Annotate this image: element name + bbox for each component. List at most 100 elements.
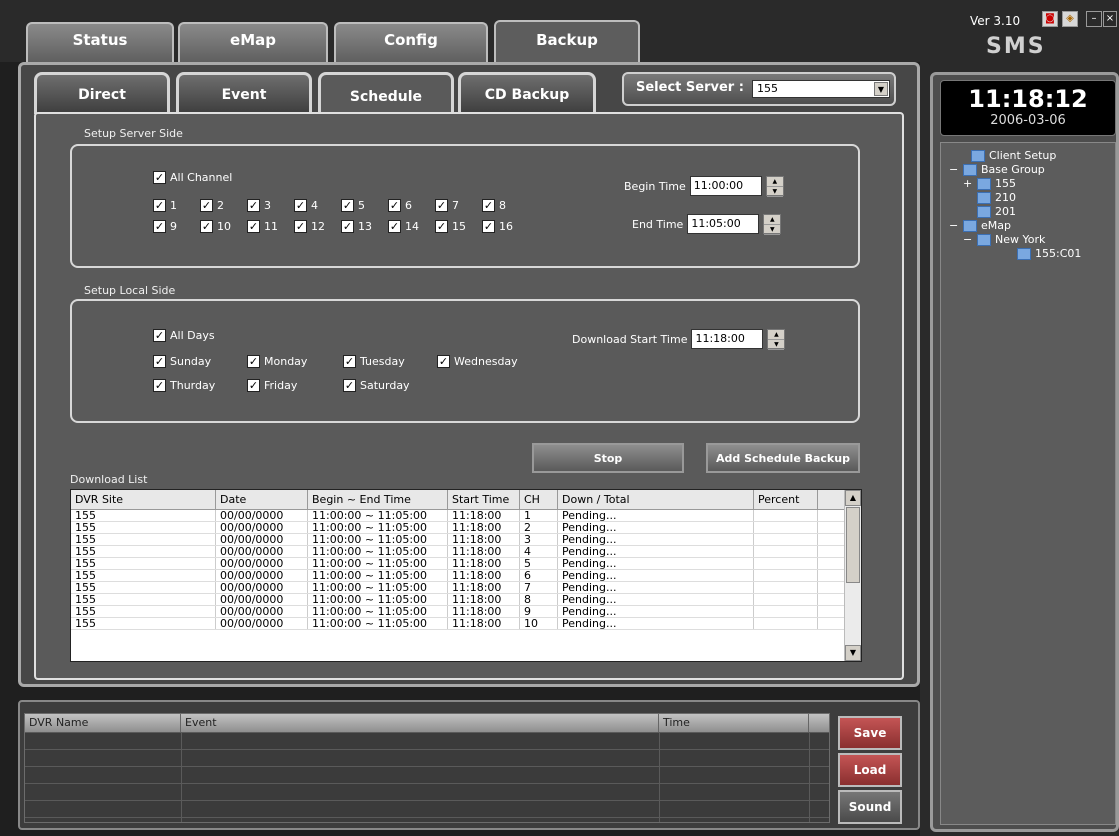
subtab-event[interactable]: Event xyxy=(176,72,312,114)
channel-checkbox-15[interactable]: ✓ 15 xyxy=(435,220,466,233)
begin-time-spinner[interactable]: ▲ ▼ xyxy=(765,176,784,197)
channel-checkbox-14[interactable]: ✓ 14 xyxy=(388,220,419,233)
save-button[interactable]: Save xyxy=(838,716,902,750)
download-start-spinner[interactable]: ▲ ▼ xyxy=(767,329,786,350)
tree-item[interactable]: 210 xyxy=(963,191,1016,204)
channel-checkbox-6[interactable]: ✓ 6 xyxy=(388,199,412,212)
day-checkbox-tuesday[interactable]: ✓ Tuesday xyxy=(343,355,405,368)
expand-toggle[interactable]: − xyxy=(963,233,973,246)
all-channel-checkbox[interactable]: ✓ All Channel xyxy=(153,171,232,184)
subtab-cd-backup[interactable]: CD Backup xyxy=(458,72,596,114)
day-checkbox-sunday[interactable]: ✓ Sunday xyxy=(153,355,211,368)
day-checkbox-monday[interactable]: ✓ Monday xyxy=(247,355,307,368)
end-time-input[interactable]: 11:05:00 xyxy=(687,214,760,234)
checkbox-icon: ✓ xyxy=(200,199,213,212)
channel-checkbox-12[interactable]: ✓ 12 xyxy=(294,220,325,233)
sound-button[interactable]: Sound xyxy=(838,790,902,824)
tree-item[interactable]: − New York xyxy=(963,233,1045,246)
column-header[interactable]: Event xyxy=(181,714,659,732)
checkbox-icon: ✓ xyxy=(247,199,260,212)
channel-checkbox-3[interactable]: ✓ 3 xyxy=(247,199,271,212)
table-cell: 11:00:00 ~ 11:05:00 xyxy=(308,594,448,606)
channel-checkbox-13[interactable]: ✓ 13 xyxy=(341,220,372,233)
server-dropdown[interactable]: 155 ▼ xyxy=(752,80,890,98)
clock-date: 2006-03-06 xyxy=(990,113,1066,128)
tree-item[interactable]: − eMap xyxy=(949,219,1011,232)
channel-checkbox-9[interactable]: ✓ 9 xyxy=(153,220,177,233)
table-cell xyxy=(754,558,818,569)
column-header[interactable]: Time xyxy=(659,714,809,732)
channel-checkbox-16[interactable]: ✓ 16 xyxy=(482,220,513,233)
camera-icon[interactable]: ◙ xyxy=(1042,11,1058,27)
subtab-direct[interactable]: Direct xyxy=(34,72,170,114)
day-checkbox-wednesday[interactable]: ✓ Wednesday xyxy=(437,355,518,368)
tree-item-label: 210 xyxy=(995,191,1016,204)
channel-checkbox-7[interactable]: ✓ 7 xyxy=(435,199,459,212)
tree-item[interactable]: +155 xyxy=(963,177,1016,190)
expand-toggle[interactable]: + xyxy=(963,177,973,190)
checkbox-label: 4 xyxy=(311,199,318,212)
table-cell xyxy=(754,534,818,545)
scroll-down-icon[interactable]: ▼ xyxy=(845,645,861,661)
column-header[interactable]: DVR Site xyxy=(71,490,216,509)
tab-backup[interactable]: Backup xyxy=(494,20,640,64)
tree-item[interactable]: Client Setup xyxy=(957,149,1056,162)
expand-toggle[interactable]: − xyxy=(949,219,959,232)
channel-checkbox-1[interactable]: ✓ 1 xyxy=(153,199,177,212)
server-side-title: Setup Server Side xyxy=(84,127,183,140)
tree-item[interactable]: 201 xyxy=(963,205,1016,218)
checkbox-icon: ✓ xyxy=(435,199,448,212)
end-time-spinner[interactable]: ▲ ▼ xyxy=(763,214,782,235)
channel-checkbox-5[interactable]: ✓ 5 xyxy=(341,199,365,212)
channel-checkbox-4[interactable]: ✓ 4 xyxy=(294,199,318,212)
tab-status[interactable]: Status xyxy=(26,22,174,62)
day-checkbox-saturday[interactable]: ✓ Saturday xyxy=(343,379,410,392)
table-cell: Pending... xyxy=(558,510,754,522)
tab-config[interactable]: Config xyxy=(334,22,488,62)
begin-time-input[interactable]: 11:00:00 xyxy=(689,176,762,196)
table-cell: 9 xyxy=(520,606,558,618)
column-header[interactable]: Percent xyxy=(754,490,818,509)
day-checkbox-friday[interactable]: ✓ Friday xyxy=(247,379,297,392)
column-header[interactable]: DVR Name xyxy=(25,714,181,732)
channel-checkbox-2[interactable]: ✓ 2 xyxy=(200,199,224,212)
minimize-icon[interactable]: – xyxy=(1086,11,1102,27)
settings-icon[interactable]: ◈ xyxy=(1062,11,1078,27)
checkbox-label: Saturday xyxy=(360,379,410,392)
add-schedule-backup-button[interactable]: Add Schedule Backup xyxy=(706,443,860,473)
table-cell: Pending... xyxy=(558,594,754,606)
table-cell: 11:18:00 xyxy=(448,558,520,570)
table-row[interactable]: 155 00/00/0000 11:00:00 ~ 11:05:00 11:18:00… xyxy=(71,618,861,630)
table-cell: 00/00/0000 xyxy=(216,582,308,594)
table-cell: 5 xyxy=(520,558,558,570)
checkbox-label: 7 xyxy=(452,199,459,212)
tree-item[interactable]: 155:C01 xyxy=(1003,247,1081,260)
stop-button[interactable]: Stop xyxy=(532,443,684,473)
table-cell: 2 xyxy=(520,522,558,534)
day-checkbox-thursday[interactable]: ✓ Thurday xyxy=(153,379,215,392)
tab-emap[interactable]: eMap xyxy=(178,22,328,62)
column-header[interactable]: Begin ~ End Time xyxy=(308,490,448,509)
channel-checkbox-8[interactable]: ✓ 8 xyxy=(482,199,506,212)
table-scrollbar[interactable]: ▲ ▼ xyxy=(844,490,861,661)
scroll-up-icon[interactable]: ▲ xyxy=(845,490,861,506)
expand-toggle[interactable]: − xyxy=(949,163,959,176)
chevron-down-icon[interactable]: ▼ xyxy=(874,82,888,96)
close-icon[interactable]: × xyxy=(1103,11,1117,27)
checkbox-label: All Days xyxy=(170,329,215,342)
column-header[interactable]: Date xyxy=(216,490,308,509)
column-header[interactable]: CH xyxy=(520,490,558,509)
download-start-field: Download Start Time 11:18:00 ▲ ▼ xyxy=(572,329,786,350)
checkbox-label: 13 xyxy=(358,220,372,233)
scroll-thumb[interactable] xyxy=(846,507,860,583)
column-header[interactable]: Start Time xyxy=(448,490,520,509)
download-start-label: Download Start Time xyxy=(572,332,688,346)
channel-checkbox-10[interactable]: ✓ 10 xyxy=(200,220,231,233)
column-header[interactable]: Down / Total xyxy=(558,490,754,509)
download-start-input[interactable]: 11:18:00 xyxy=(691,329,764,349)
all-days-checkbox[interactable]: ✓ All Days xyxy=(153,329,215,342)
channel-checkbox-11[interactable]: ✓ 11 xyxy=(247,220,278,233)
tree-item-label: Base Group xyxy=(981,163,1045,176)
load-button[interactable]: Load xyxy=(838,753,902,787)
tree-item[interactable]: − Base Group xyxy=(949,163,1045,176)
